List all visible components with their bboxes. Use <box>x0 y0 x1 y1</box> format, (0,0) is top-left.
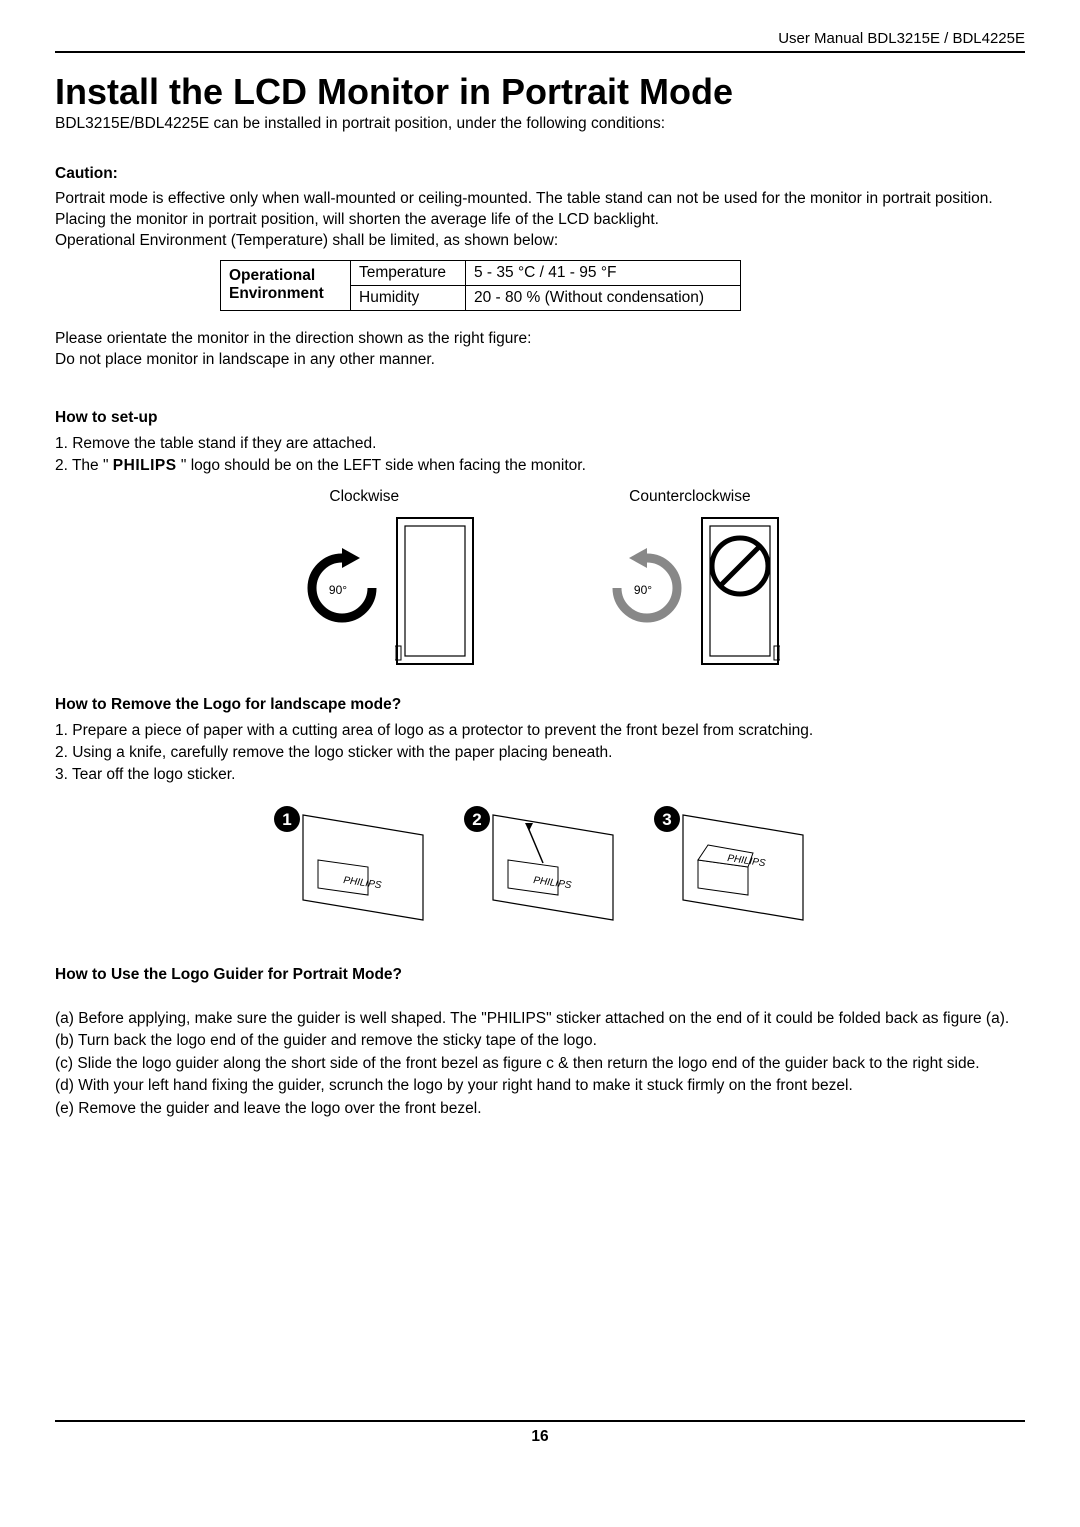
logo-removal-figures: 1 PHILIPS 2 PHILIPS 3 PHILIPS <box>55 805 1025 930</box>
env-humidity-label: Humidity <box>351 285 466 310</box>
angle-text: 90° <box>329 583 347 597</box>
logo-figure-3: 3 PHILIPS <box>653 805 808 930</box>
setup-step-1: 1. Remove the table stand if they are at… <box>55 433 1025 455</box>
env-temp-label: Temperature <box>351 260 466 285</box>
setup-heading: How to set-up <box>55 409 1025 427</box>
remove-logo-step-2: 2. Using a knife, carefully remove the l… <box>55 742 1025 764</box>
page-number: 16 <box>55 1420 1025 1446</box>
angle-text-2: 90° <box>634 583 652 597</box>
monitor-portrait-icon <box>395 516 475 666</box>
env-humidity-value: 20 - 80 % (Without condensation) <box>466 285 741 310</box>
clockwise-arrow-icon: 90° <box>300 546 385 636</box>
rotation-diagrams: 90° 90° <box>55 516 1025 666</box>
header-manual: User Manual BDL3215E / BDL4225E <box>55 30 1025 53</box>
remove-logo-heading: How to Remove the Logo for landscape mod… <box>55 696 1025 714</box>
caution-line-1: Portrait mode is effective only when wal… <box>55 189 1025 210</box>
guider-step-d: (d) With your left hand fixing the guide… <box>55 1075 1025 1097</box>
counterclockwise-diagram: 90° <box>605 516 780 666</box>
env-row-head: Operational Environment <box>221 260 351 310</box>
guider-step-c: (c) Slide the logo guider along the shor… <box>55 1053 1025 1075</box>
caution-heading: Caution: <box>55 165 1025 183</box>
page-title: Install the LCD Monitor in Portrait Mode <box>55 71 1025 113</box>
caution-line-3: Operational Environment (Temperature) sh… <box>55 231 1025 252</box>
setup-step-2-pre: 2. The " <box>55 457 113 474</box>
counterclockwise-label: Counterclockwise <box>629 488 750 506</box>
guider-step-b: (b) Turn back the logo end of the guider… <box>55 1030 1025 1052</box>
page-subtitle: BDL3215E/BDL4225E can be installed in po… <box>55 115 1025 133</box>
counterclockwise-arrow-icon: 90° <box>605 546 690 636</box>
guider-step-a: (a) Before applying, make sure the guide… <box>55 1008 1025 1030</box>
env-temp-value: 5 - 35 °C / 41 - 95 °F <box>466 260 741 285</box>
orientate-line-2: Do not place monitor in landscape in any… <box>55 350 1025 371</box>
guider-step-e: (e) Remove the guider and leave the logo… <box>55 1098 1025 1120</box>
logo-guider-heading: How to Use the Logo Guider for Portrait … <box>55 966 1025 984</box>
clockwise-label: Clockwise <box>329 488 399 506</box>
logo-figure-2: 2 PHILIPS <box>463 805 618 930</box>
monitor-portrait-prohibited-icon <box>700 516 780 666</box>
environment-table: Operational Environment Temperature 5 - … <box>220 260 741 311</box>
remove-logo-step-3: 3. Tear off the logo sticker. <box>55 764 1025 786</box>
setup-step-2: 2. The " PHILIPS " logo should be on the… <box>55 455 1025 477</box>
figure-number-1: 1 <box>282 810 291 829</box>
philips-logo-text: PHILIPS <box>113 457 177 474</box>
setup-step-2-post: " logo should be on the LEFT side when f… <box>177 457 586 474</box>
logo-figure-1: 1 PHILIPS <box>273 805 428 930</box>
orientate-line-1: Please orientate the monitor in the dire… <box>55 329 1025 350</box>
caution-line-2: Placing the monitor in portrait position… <box>55 210 1025 231</box>
figure-number-3: 3 <box>662 810 671 829</box>
figure-number-2: 2 <box>472 810 481 829</box>
clockwise-diagram: 90° <box>300 516 475 666</box>
remove-logo-step-1: 1. Prepare a piece of paper with a cutti… <box>55 720 1025 742</box>
